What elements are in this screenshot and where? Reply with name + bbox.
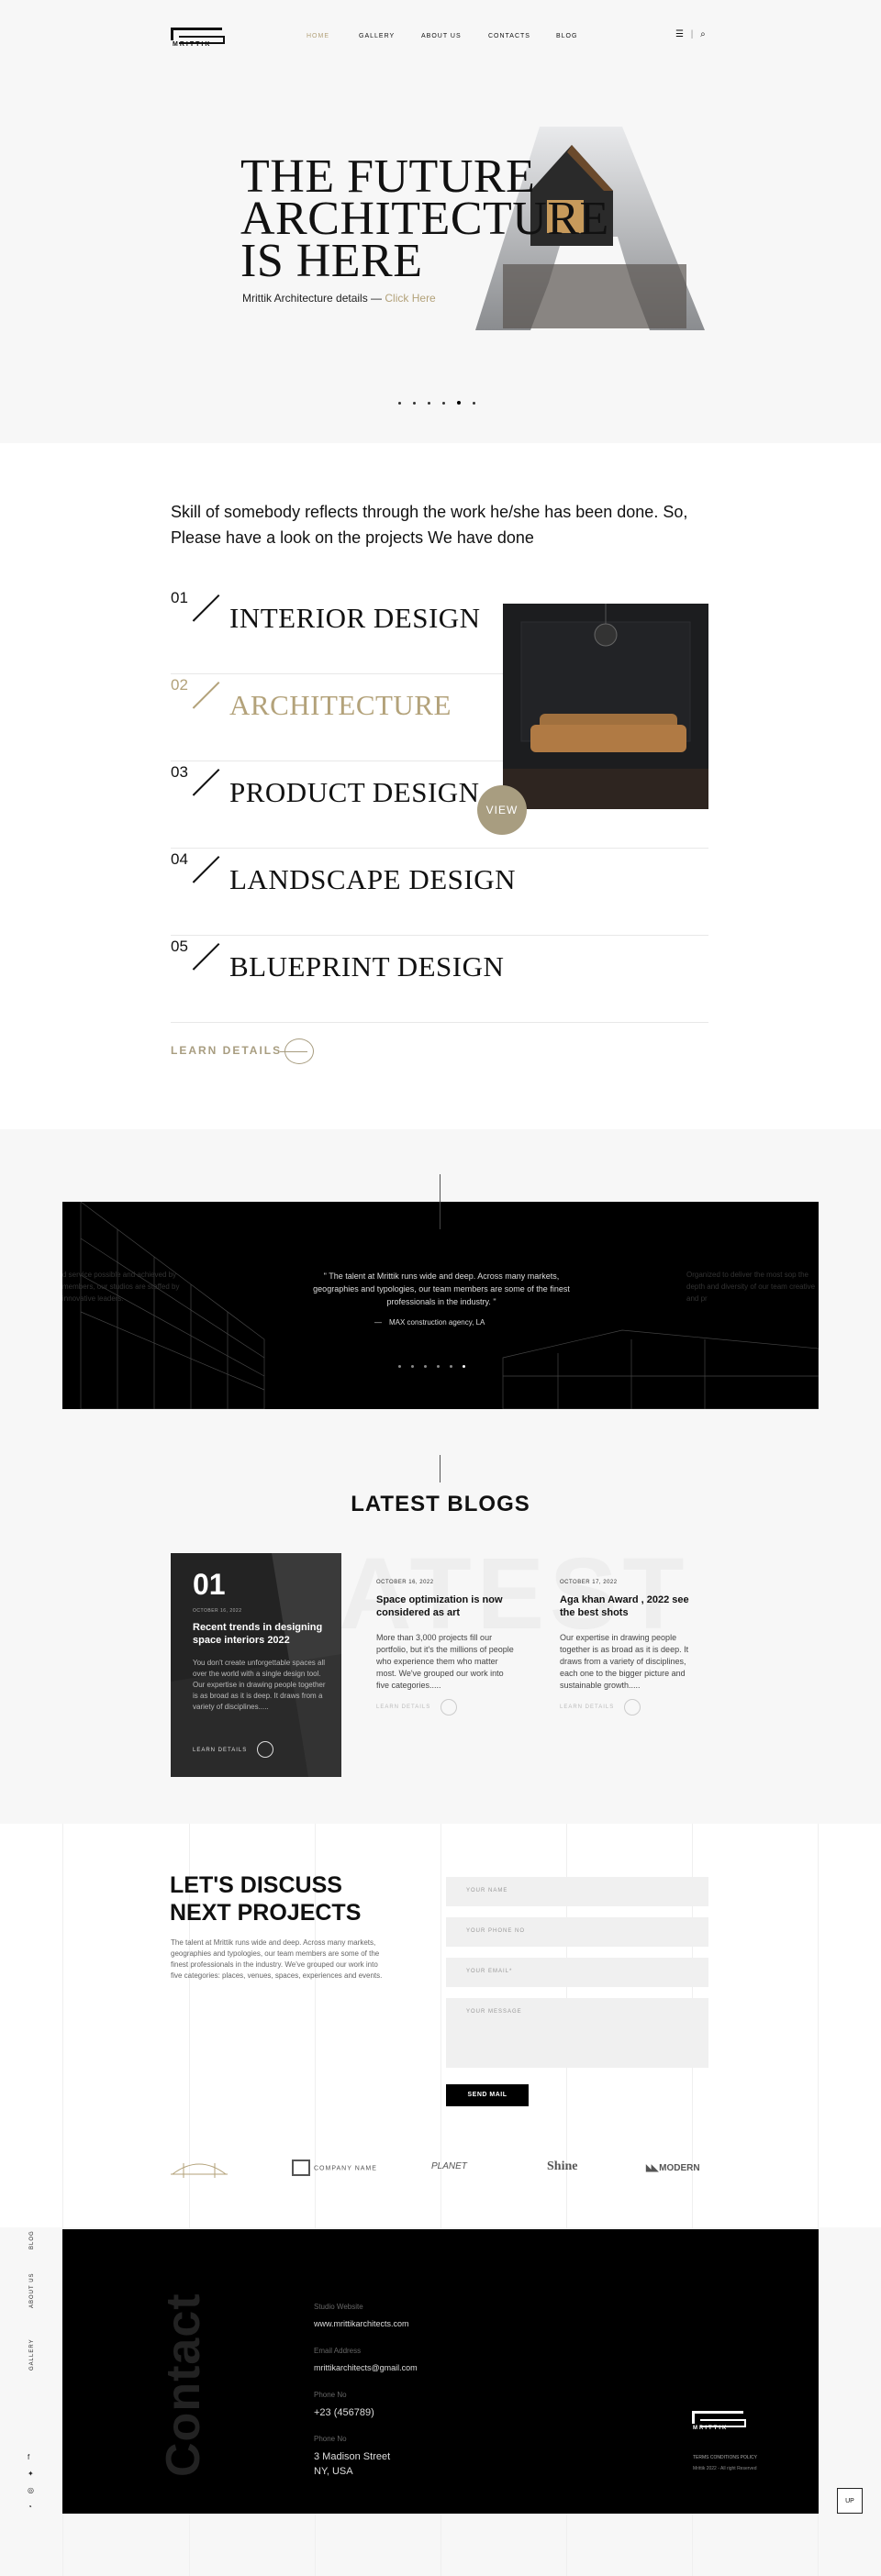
service-item[interactable]: 05 BLUEPRINT DESIGN (171, 936, 708, 1023)
logo-mark[interactable] (171, 28, 225, 44)
services-intro: Skill of somebody reflects through the w… (171, 503, 688, 547)
website-label: Studio Website (314, 2303, 363, 2311)
facebook-icon[interactable]: f (28, 2453, 29, 2461)
email-label: Email Address (314, 2347, 362, 2355)
footer-logo-text[interactable]: MRITTIK (693, 2426, 728, 2431)
arrow-right-icon[interactable] (257, 1741, 273, 1758)
brand-shine: Shine (547, 2160, 578, 2173)
side-nav-gallery[interactable]: GALLERY (29, 2338, 35, 2371)
service-preview-image (503, 604, 708, 809)
nav-gallery[interactable]: GALLERY (359, 33, 395, 39)
address-label: Phone No (314, 2435, 347, 2443)
arrow-right-icon (440, 1699, 457, 1715)
discuss-title: LET'S DISCUSS NEXT PROJECTS (170, 1872, 362, 1926)
hero-title: THE FUTURE ARCHITECTURE IS HERE (240, 150, 609, 287)
arrow-right-icon[interactable] (280, 1038, 314, 1064)
message-field[interactable]: YOUR MESSAGE (446, 1998, 708, 2068)
phone-number[interactable]: +23 (456789) (314, 2405, 374, 2420)
blog-date: OCTOBER 16, 2022 (193, 1608, 242, 1614)
footer-links[interactable]: TERMS CONDITIONS POLICY (693, 2455, 757, 2460)
footer-logo-mark[interactable] (692, 2411, 746, 2427)
testimonial-quote: " The talent at Mrittik runs wide and de… (313, 1271, 570, 1306)
testimonial-author: — MAX construction agency, LA (374, 1318, 485, 1327)
search-icon[interactable]: ⌕ (700, 29, 706, 39)
address: 3 Madison Street NY, USA (314, 2451, 391, 2477)
website-link[interactable]: www.mrittikarchitects.com (314, 2319, 409, 2328)
nav-home[interactable]: HOME (307, 33, 329, 39)
click-here-link[interactable]: Click Here (385, 292, 435, 305)
blogs-title: LATEST BLOGS (351, 1492, 530, 1516)
arrow-right-icon (624, 1699, 641, 1715)
bridge-logo-icon (171, 2163, 228, 2178)
scroll-up-button[interactable]: UP (837, 2488, 863, 2514)
blog-learn-link[interactable]: LEARN DETAILS (193, 1748, 247, 1753)
hero-subtitle: Mrittik Architecture details — Click Her… (242, 292, 436, 305)
side-nav-about[interactable]: ABOUT US (29, 2272, 35, 2308)
name-field[interactable]: YOUR NAME (446, 1877, 708, 1906)
blog-learn-link[interactable]: LEARN DETAILS (560, 1699, 697, 1715)
testimonial-dots[interactable] (398, 1356, 475, 1372)
blog-learn-link[interactable]: LEARN DETAILS (376, 1699, 514, 1715)
instagram-icon[interactable]: ◎ (28, 2486, 34, 2494)
menu-icon[interactable]: ☰ (675, 29, 684, 39)
blog-excerpt: You don't create unforgettable spaces al… (193, 1659, 326, 1711)
learn-details-link[interactable]: LEARN DETAILS (171, 1044, 282, 1057)
divider: | (690, 29, 694, 39)
phone-field[interactable]: YOUR PHONE NO (446, 1917, 708, 1947)
service-item[interactable]: 04 LANDSCAPE DESIGN (171, 849, 708, 936)
phone-label: Phone No (314, 2391, 347, 2399)
copyright: Mrittik 2022 - All right Reserved (693, 2466, 757, 2471)
discuss-text: The talent at Mrittik runs wide and deep… (171, 1938, 383, 1980)
side-nav-blog[interactable]: BLOG (29, 2230, 35, 2249)
nav-contacts[interactable]: CONTACTS (488, 33, 530, 39)
email-field[interactable]: YOUR EMAIL* (446, 1958, 708, 1987)
rss-icon[interactable]: ◔ (28, 2503, 32, 2511)
nav-blog[interactable]: BLOG (556, 33, 577, 39)
contact-vertical-text: Contact (157, 2293, 210, 2477)
testimonial-next: Organized to deliver the most sop the de… (686, 1271, 816, 1303)
blog-title[interactable]: Recent trends in designing space interio… (193, 1621, 330, 1647)
blog-post[interactable]: OCTOBER 16, 2022 Space optimization is n… (376, 1580, 514, 1715)
twitter-icon[interactable]: ✦ (28, 2470, 34, 2478)
logo-text[interactable]: MRITTIK (173, 41, 211, 48)
brand-company: COMPANY NAME (292, 2160, 377, 2176)
blog-post[interactable]: OCTOBER 17, 2022 Aga khan Award , 2022 s… (560, 1580, 697, 1715)
email-link[interactable]: mrittikarchitects@gmail.com (314, 2363, 418, 2372)
brand-planet: PLANET (431, 2161, 467, 2171)
brand-modern: ◣◣ MODERN (646, 2163, 700, 2173)
blog-number: 01 (193, 1568, 226, 1601)
testimonial-prev: d service possible and achieved by membe… (62, 1271, 180, 1303)
featured-blog-card[interactable]: 01 OCTOBER 16, 2022 Recent trends in des… (171, 1553, 341, 1777)
header-icons: ☰ | ⌕ (675, 29, 706, 39)
view-button[interactable]: VIEW (477, 785, 527, 835)
send-mail-button[interactable]: SEND MAIL (446, 2084, 529, 2106)
hero-slider-dots[interactable] (398, 393, 487, 409)
nav-about[interactable]: ABOUT US (421, 33, 462, 39)
